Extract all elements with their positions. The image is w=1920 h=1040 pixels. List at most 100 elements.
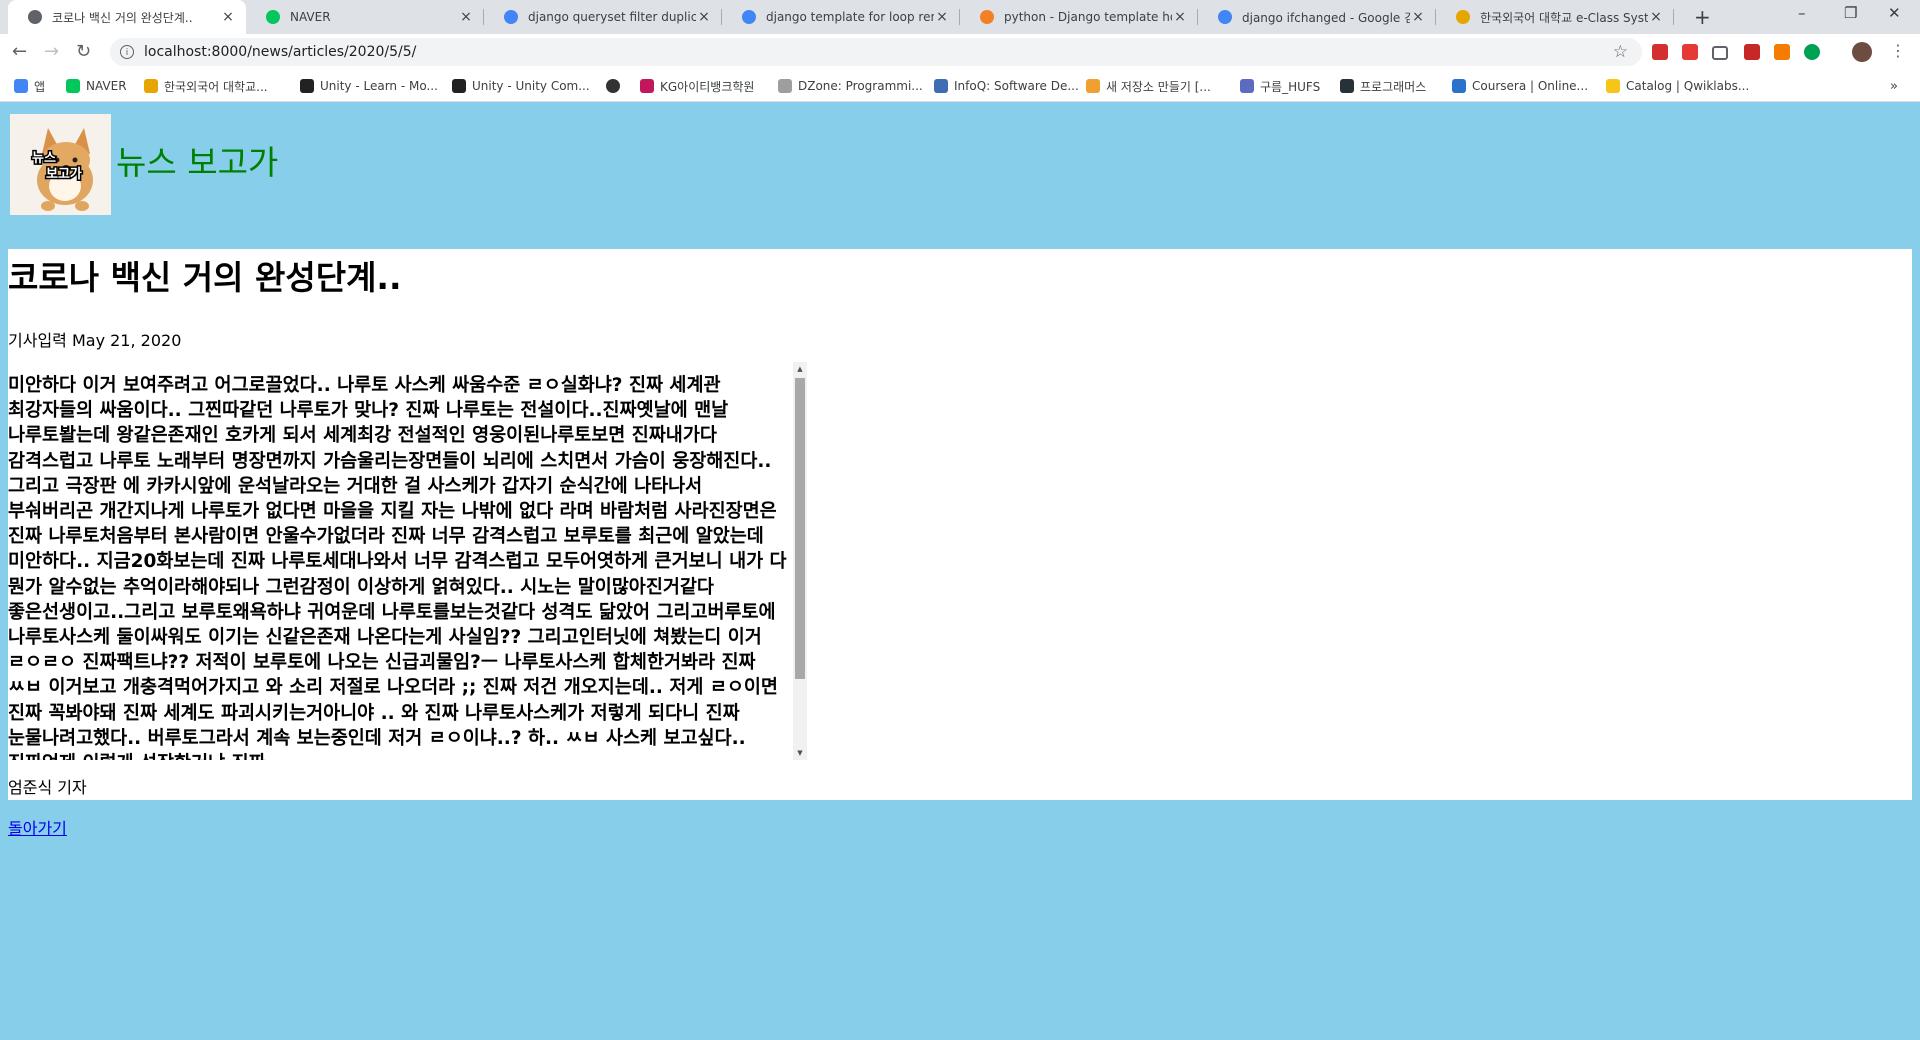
extension-rx-icon[interactable] [1774,44,1790,60]
bookmark-label: 한국외국어 대학교... [164,79,268,94]
stackoverflow-icon [980,10,994,24]
scroll-down-arrow-icon[interactable]: ▼ [793,746,807,760]
bookmark-item[interactable]: KG아이티뱅크학원 [640,70,754,102]
extension-pdf-icon[interactable] [1744,44,1760,60]
forward-arrow-icon[interactable]: → [44,41,59,62]
back-arrow-icon[interactable]: ← [12,41,27,62]
bookmarks-bar: » 앱 NAVER 한국외국어 대학교... Unity - Learn - Mo..… [0,70,1920,102]
apps-grid-icon [14,79,28,93]
browser-tab[interactable]: python - Django template how × [960,0,1198,34]
site-title: 뉴스 보고가 [116,143,279,182]
tab-close-icon[interactable]: × [220,9,236,25]
bookmark-item[interactable]: Coursera | Online... [1452,70,1588,102]
naver-icon [266,10,280,24]
tab-title: 한국외국어 대학교 e-Class System [1480,10,1648,25]
browser-tab[interactable]: django template for loop remove× [722,0,960,34]
bookmark-item[interactable]: Unity - Unity Com... [452,70,590,102]
address-url[interactable]: localhost:8000/news/articles/2020/5/5/ [144,44,416,60]
dzone-icon [778,79,792,93]
article-body: 미안하다 이거 보여주려고 어그로끌었다.. 나루토 사스케 싸움수준 ㄹㅇ실화… [8,375,787,760]
reload-icon[interactable]: ↻ [76,41,91,62]
bookmark-label: InfoQ: Software De... [954,79,1079,93]
hufs-icon [1456,10,1470,24]
bookmark-item[interactable]: 앱 [14,70,45,102]
bookmark-star-icon[interactable]: ☆ [1613,42,1628,62]
bookmark-item[interactable]: 새 저장소 만들기 [... [1086,70,1211,102]
extension-green-icon[interactable] [1804,44,1820,60]
unity-icon [300,79,314,93]
site-logo: 뉴스 보고가 [10,114,111,215]
tab-close-icon[interactable]: × [1648,9,1664,25]
browser-tab[interactable]: 코로나 백신 거의 완성단계.. × [8,0,246,34]
github-octocat-icon [1086,79,1100,93]
bookmark-item[interactable] [606,70,626,102]
unity-icon [452,79,466,93]
bookmark-item[interactable]: InfoQ: Software De... [934,70,1079,102]
minimize-icon[interactable]: – [1798,4,1806,22]
bookmark-item[interactable]: 구름_HUFS [1240,70,1320,102]
google-icon [742,10,756,24]
scrollbar-thumb[interactable] [795,378,805,679]
tab-close-icon[interactable]: × [934,9,950,25]
browser-tab[interactable]: django queryset filter duplicates× [484,0,722,34]
tab-close-icon[interactable]: × [1410,9,1426,25]
tab-title: NAVER [290,10,331,24]
back-link[interactable]: 돌아가기 [8,815,67,839]
browser-toolbar: ← → ↻ i localhost:8000/news/articles/202… [0,34,1920,70]
page-content: 뉴스 보고가 뉴스 보고가 코로나 백신 거의 완성단계.. 기사입력 May … [0,102,1920,1040]
tab-close-icon[interactable]: × [1172,9,1188,25]
bookmark-label: 프로그래머스 [1360,79,1427,94]
tab-title: python - Django template how [1004,10,1172,24]
bookmark-label: Unity - Learn - Mo... [320,79,438,93]
coursera-icon [1452,79,1466,93]
hufs-icon [144,79,158,93]
bookmark-item[interactable]: Unity - Learn - Mo... [300,70,438,102]
article-card: 코로나 백신 거의 완성단계.. 기사입력 May 21, 2020 미안하다 … [8,249,1912,800]
google-icon [504,10,518,24]
article-body-scrollbar[interactable]: ▲ ▼ [793,362,807,760]
extension-pin-icon[interactable] [1682,44,1698,60]
bookmark-label: Catalog | Qwiklabs... [1626,79,1750,93]
bookmark-label: DZone: Programmi... [798,79,923,93]
browser-tab[interactable]: 한국외국어 대학교 e-Class System× [1436,0,1674,34]
globe-icon [606,79,620,93]
kg-icon [640,79,654,93]
programmers-icon [1340,79,1354,93]
tab-title: django queryset filter duplicates [528,10,696,24]
menu-kebab-icon[interactable]: ⋮ [1890,41,1906,60]
new-tab-plus-icon[interactable]: + [1694,5,1711,29]
bookmark-item[interactable]: DZone: Programmi... [778,70,923,102]
close-window-icon[interactable]: ✕ [1888,4,1901,22]
tab-close-icon[interactable]: × [696,9,712,25]
extension-red-icon[interactable] [1652,44,1668,60]
article-reporter: 엄준식 기자 [8,778,87,797]
bookmark-label: 구름_HUFS [1260,79,1321,94]
browser-tab[interactable]: NAVER × [246,0,484,34]
bookmark-item[interactable]: 프로그래머스 [1340,70,1426,102]
article-body-scroll-area[interactable]: 미안하다 이거 보여주려고 어그로끌었다.. 나루토 사스케 싸움수준 ㄹㅇ실화… [8,362,807,760]
bookmark-label: 새 저장소 만들기 [... [1106,79,1211,94]
svg-text:보고가: 보고가 [46,167,82,182]
profile-avatar[interactable] [1852,42,1872,62]
tab-title: 코로나 백신 거의 완성단계.. [52,10,193,25]
scroll-up-arrow-icon[interactable]: ▲ [793,362,807,376]
extension-window-icon[interactable] [1712,46,1728,60]
bookmark-label: 앱 [34,79,46,94]
google-icon [1218,10,1232,24]
bookmark-item[interactable]: Catalog | Qwiklabs... [1606,70,1749,102]
bookmarks-overflow-icon[interactable]: » [1890,70,1898,102]
svg-text:뉴스: 뉴스 [32,151,56,166]
bookmark-item[interactable]: 한국외국어 대학교... [144,70,268,102]
browser-tab[interactable]: django ifchanged - Google 검색 × [1198,0,1436,34]
bookmark-item[interactable]: NAVER [66,70,127,102]
address-bar[interactable]: i localhost:8000/news/articles/2020/5/5/… [110,38,1642,66]
qwiklabs-icon [1606,79,1620,93]
article-date: 기사입력 May 21, 2020 [8,331,182,350]
naver-icon [66,79,80,93]
tab-close-icon[interactable]: × [458,9,474,25]
restore-icon[interactable]: ❐ [1844,4,1857,22]
tab-title: django ifchanged - Google 검색 [1242,10,1410,25]
info-icon[interactable]: i [120,45,134,59]
article-title: 코로나 백신 거의 완성단계.. [8,258,402,297]
bookmark-label: Unity - Unity Com... [472,79,590,93]
